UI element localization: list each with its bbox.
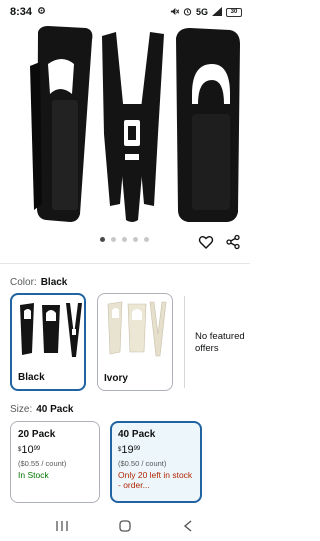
system-nav-bar [0, 510, 250, 541]
size-option-name: 20 Pack [18, 429, 56, 440]
product-image[interactable] [0, 24, 250, 230]
black-clips-thumbnail [16, 299, 82, 365]
carousel-dot[interactable] [144, 237, 149, 242]
status-time: 8:34 [10, 6, 33, 18]
color-selected-value: Black [40, 277, 68, 288]
size-option-name: 40 Pack [118, 429, 156, 440]
home-icon[interactable] [113, 516, 137, 536]
size-option-price: $1999 [118, 444, 141, 456]
clip-image-left [30, 26, 93, 222]
signal-icon [212, 6, 222, 18]
size-option-unit-price: ($0.55 / count) [18, 459, 67, 468]
clip-image-right [176, 28, 240, 222]
mute-icon [170, 7, 180, 18]
color-option-black[interactable]: Black [10, 293, 86, 391]
share-icon[interactable] [225, 234, 241, 250]
color-label: Color: Black [10, 277, 67, 288]
carousel-dot[interactable] [133, 237, 138, 242]
size-option-40-pack[interactable]: 40 Pack $1999 ($0.50 / count) Only 20 le… [110, 421, 202, 503]
ivory-clips-thumbnail [102, 298, 168, 364]
size-option-price: $1099 [18, 444, 41, 456]
size-label-text: Size: [10, 404, 33, 415]
carousel-dot[interactable] [122, 237, 127, 242]
vertical-divider [184, 296, 185, 388]
no-featured-offers-text: No featured offers [195, 331, 245, 354]
size-option-availability: In Stock [18, 470, 49, 480]
carousel-dot[interactable] [111, 237, 116, 242]
heart-icon[interactable] [198, 234, 214, 250]
status-bar: 8:34 5G 30 [0, 0, 250, 24]
color-option-ivory[interactable]: Ivory [97, 293, 173, 391]
alarm-icon [183, 7, 192, 18]
network-label: 5G [195, 7, 208, 17]
settings-icon [37, 6, 46, 18]
clip-image-middle [102, 32, 164, 222]
size-option-20-pack[interactable]: 20 Pack $1099 ($0.55 / count) In Stock [10, 421, 100, 503]
color-label-text: Color: [10, 277, 37, 288]
size-option-availability: Only 20 left in stock - order... [118, 470, 193, 490]
size-selected-value: 40 Pack [36, 404, 74, 415]
section-divider [0, 263, 250, 264]
back-icon[interactable] [176, 516, 200, 536]
battery-icon: 30 [226, 7, 242, 17]
recents-icon[interactable] [50, 516, 74, 536]
color-option-name: Ivory [104, 373, 128, 384]
size-label: Size: 40 Pack [10, 404, 74, 415]
carousel-dot[interactable] [100, 237, 105, 242]
size-option-unit-price: ($0.50 / count) [118, 459, 167, 468]
color-option-name: Black [18, 372, 45, 383]
carousel-dots[interactable] [100, 237, 149, 242]
